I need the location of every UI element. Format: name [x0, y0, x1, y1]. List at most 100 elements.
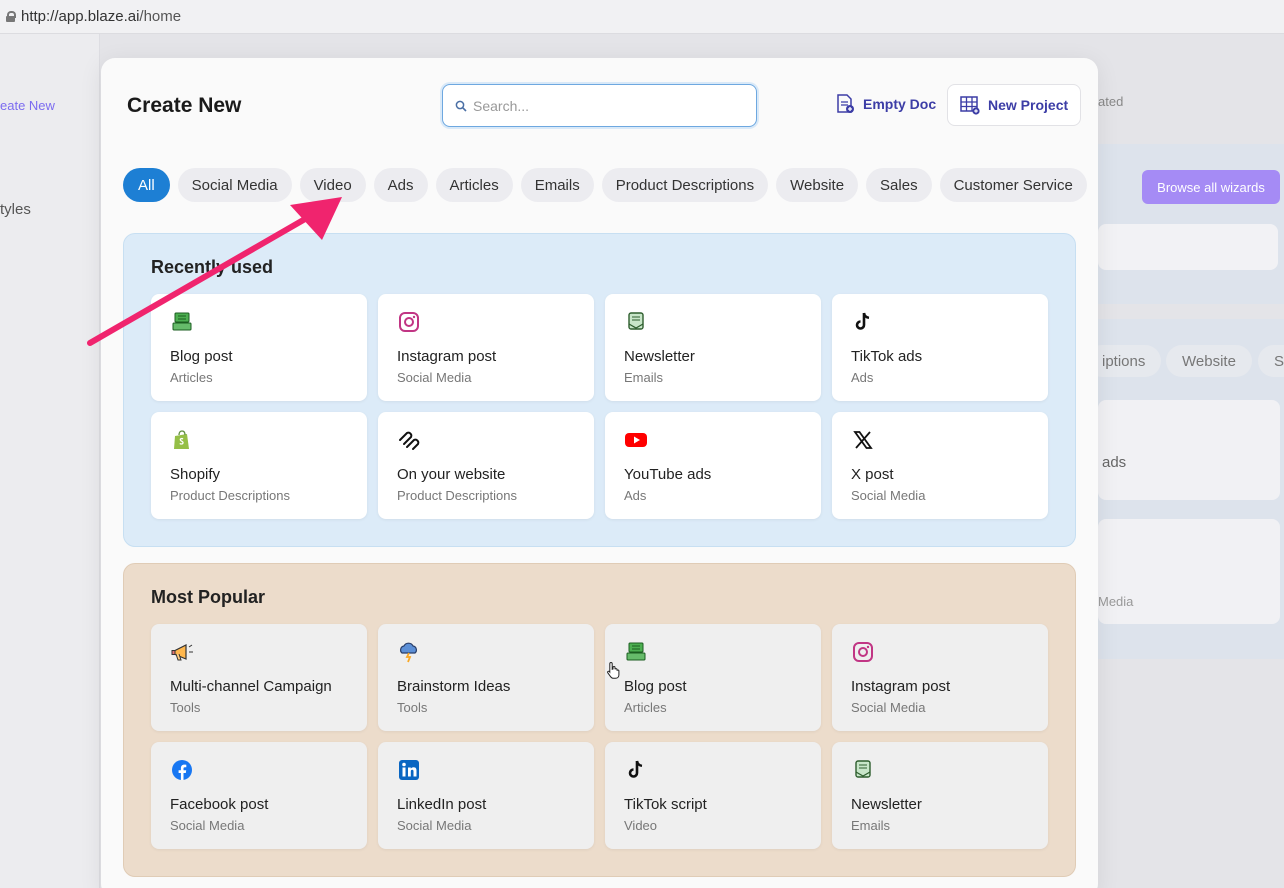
background-card [1098, 400, 1280, 500]
template-card[interactable]: X post Social Media [832, 412, 1048, 519]
tiktok-icon [851, 310, 875, 334]
facebook-icon [170, 758, 194, 782]
blog-icon [170, 310, 194, 334]
recently-used-grid: Blog post Articles Instagram post Social… [151, 294, 1048, 519]
lock-icon [6, 11, 16, 22]
template-card[interactable]: LinkedIn post Social Media [378, 742, 594, 849]
instagram-icon [851, 640, 875, 664]
template-card[interactable]: Blog post Articles [605, 624, 821, 731]
template-category: Social Media [851, 700, 926, 715]
create-new-modal: Create New Empty Doc New Project Al [101, 58, 1098, 888]
template-name: YouTube ads [624, 466, 712, 483]
background-styles-label: tyles [0, 201, 31, 218]
background-rated-label: ated [1098, 94, 1124, 109]
template-card[interactable]: YouTube ads Ads [605, 412, 821, 519]
blog-icon [624, 640, 648, 664]
template-card[interactable]: Facebook post Social Media [151, 742, 367, 849]
modal-title: Create New [127, 94, 242, 117]
background-create-new-link: eate New [0, 98, 55, 113]
template-name: On your website [397, 466, 506, 483]
brainstorm-icon [397, 640, 421, 664]
most-popular-grid: Multi-channel Campaign Tools Brainstorm … [151, 624, 1048, 849]
template-card[interactable]: Shopify Product Descriptions [151, 412, 367, 519]
template-card[interactable]: Instagram post Social Media [832, 624, 1048, 731]
url-host: http://app.blaze.ai [21, 8, 140, 25]
template-name: Instagram post [397, 348, 497, 365]
tab-ads[interactable]: Ads [373, 168, 428, 202]
template-category: Social Media [397, 818, 472, 833]
template-category: Tools [397, 700, 428, 715]
template-category: Social Media [851, 488, 926, 503]
template-name: Shopify [170, 466, 221, 483]
x-icon [851, 428, 875, 452]
template-category: Product Descriptions [397, 488, 517, 503]
newsletter-icon [851, 758, 875, 782]
tab-articles[interactable]: Articles [435, 168, 513, 202]
template-name: Facebook post [170, 796, 269, 813]
search-box[interactable] [442, 84, 757, 127]
tab-social-media[interactable]: Social Media [177, 168, 292, 202]
template-name: Multi-channel Campaign [170, 678, 332, 695]
template-name: Newsletter [851, 796, 922, 813]
template-card[interactable]: Instagram post Social Media [378, 294, 594, 401]
template-card[interactable]: TikTok script Video [605, 742, 821, 849]
tab-customer-service[interactable]: Customer Service [939, 168, 1087, 202]
youtube-icon [624, 428, 648, 452]
template-card[interactable]: Brainstorm Ideas Tools [378, 624, 594, 731]
new-project-button[interactable]: New Project [947, 84, 1082, 126]
template-category: Articles [624, 700, 667, 715]
section-title: Most Popular [151, 587, 266, 607]
template-name: TikTok script [624, 796, 707, 813]
template-card[interactable]: Multi-channel Campaign Tools [151, 624, 367, 731]
recently-used-section: Recently used Blog post Articles Instagr… [123, 233, 1076, 547]
empty-doc-button[interactable]: Empty Doc [835, 94, 936, 114]
template-name: Newsletter [624, 348, 695, 365]
background-card-category: Media [1098, 594, 1134, 609]
tab-emails[interactable]: Emails [520, 168, 594, 202]
template-name: Blog post [170, 348, 233, 365]
template-category: Tools [170, 700, 201, 715]
category-tabs: All Social Media Video Ads Articles Emai… [123, 168, 1087, 202]
template-name: X post [851, 466, 894, 483]
template-category: Social Media [170, 818, 245, 833]
template-card[interactable]: On your website Product Descriptions [378, 412, 594, 519]
template-name: Instagram post [851, 678, 951, 695]
browse-all-wizards-button: Browse all wizards [1142, 170, 1280, 204]
search-input[interactable] [473, 97, 733, 114]
template-name: Brainstorm Ideas [397, 678, 511, 695]
tab-website[interactable]: Website [776, 168, 859, 202]
template-category: Articles [170, 370, 213, 385]
template-category: Social Media [397, 370, 472, 385]
template-category: Emails [624, 370, 664, 385]
tab-all[interactable]: All [123, 168, 170, 202]
most-popular-section: Most Popular Multi-channel Campaign Tool… [123, 563, 1076, 877]
background-card-label: ads [1102, 454, 1127, 471]
template-name: TikTok ads [851, 348, 923, 365]
browser-url-bar[interactable]: http://app.blaze.ai/home [0, 0, 1284, 34]
background-input [1098, 224, 1278, 270]
template-category: Product Descriptions [170, 488, 290, 503]
instagram-icon [397, 310, 421, 334]
template-name: LinkedIn post [397, 796, 487, 813]
tab-video[interactable]: Video [299, 168, 366, 202]
tiktok-icon [624, 758, 648, 782]
background-sidebar: eate New tyles [0, 34, 100, 888]
tab-sales[interactable]: Sales [866, 168, 932, 202]
megaphone-icon [170, 640, 194, 664]
document-icon [837, 94, 854, 113]
search-icon [455, 100, 467, 112]
template-card[interactable]: Newsletter Emails [605, 294, 821, 401]
template-card[interactable]: Blog post Articles [151, 294, 367, 401]
template-category: Ads [624, 488, 647, 503]
template-card[interactable]: Newsletter Emails [832, 742, 1048, 849]
shopify-icon [170, 428, 194, 452]
hand-cursor-icon [607, 661, 620, 679]
new-project-label: New Project [988, 97, 1069, 113]
template-name: Blog post [624, 678, 687, 695]
tab-product-descriptions[interactable]: Product Descriptions [601, 168, 769, 202]
template-card[interactable]: TikTok ads Ads [832, 294, 1048, 401]
background-chip-sa: Sa [1258, 345, 1284, 377]
empty-doc-label: Empty Doc [863, 96, 937, 112]
template-category: Video [624, 818, 658, 833]
newsletter-icon [624, 310, 648, 334]
